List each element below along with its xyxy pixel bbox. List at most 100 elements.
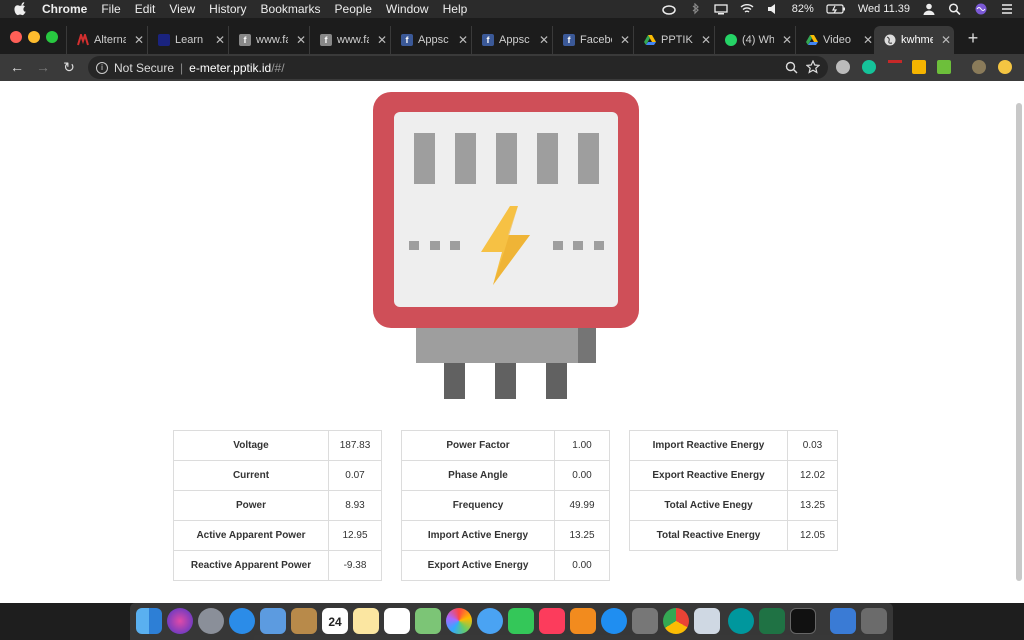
menu-window[interactable]: Window [386, 2, 429, 16]
creative-cloud-icon[interactable] [662, 3, 676, 15]
volume-icon[interactable] [766, 3, 780, 15]
star-icon[interactable] [806, 60, 820, 74]
close-icon[interactable]: ✕ [620, 33, 630, 47]
menu-people[interactable]: People [335, 2, 372, 16]
photos-icon[interactable] [446, 608, 472, 634]
maps-icon[interactable] [415, 608, 441, 634]
reading-label: Power Factor [401, 430, 555, 461]
tab-active[interactable]: kwhme ✕ [874, 26, 954, 54]
tab-4[interactable]: f www.fa ✕ [309, 26, 389, 54]
mail-icon[interactable] [260, 608, 286, 634]
reload-icon[interactable]: ↻ [60, 58, 78, 76]
bluetooth-icon[interactable] [688, 3, 702, 15]
tab-10[interactable]: Video ✕ [795, 26, 875, 54]
calendar-icon[interactable]: 24 [322, 608, 348, 634]
address-bar[interactable]: i Not Secure | e-meter.pptik.id/#/ [88, 56, 828, 79]
safari-icon[interactable] [229, 608, 255, 634]
menu-edit[interactable]: Edit [135, 2, 156, 16]
spotlight-icon[interactable] [948, 3, 962, 15]
arduino-icon[interactable] [728, 608, 754, 634]
tab-5[interactable]: f Appsc ✕ [390, 26, 470, 54]
download-extension-icon[interactable] [937, 60, 951, 74]
menu-help[interactable]: Help [443, 2, 468, 16]
battery-icon[interactable] [826, 3, 846, 15]
close-icon[interactable]: ✕ [782, 33, 792, 47]
reading-label: Active Apparent Power [173, 520, 329, 551]
reading-label: Export Reactive Energy [629, 460, 788, 491]
tab-3[interactable]: f www.fa ✕ [228, 26, 308, 54]
chrome-icon[interactable] [663, 608, 689, 634]
messages-icon[interactable] [477, 608, 503, 634]
grammarly-icon[interactable] [862, 60, 876, 74]
facebook-icon: f [401, 34, 413, 46]
reading-value: 13.25 [787, 490, 838, 521]
finder-icon[interactable] [136, 608, 162, 634]
close-icon[interactable]: ✕ [941, 33, 951, 47]
scrollbar[interactable] [1016, 103, 1022, 581]
tab-9[interactable]: (4) Wh ✕ [714, 26, 794, 54]
contacts-icon[interactable] [291, 608, 317, 634]
user-icon[interactable] [922, 3, 936, 15]
close-icon[interactable]: ✕ [539, 33, 549, 47]
extension-icon[interactable] [888, 60, 902, 74]
display-icon[interactable] [714, 3, 728, 15]
notification-center-icon[interactable] [1000, 3, 1014, 15]
facetime-icon[interactable] [508, 608, 534, 634]
menu-app-name[interactable]: Chrome [42, 2, 87, 16]
tab-1[interactable]: Alterna ✕ [66, 26, 146, 54]
siri-icon[interactable] [974, 3, 988, 15]
battery-percent[interactable]: 82% [792, 3, 814, 15]
tab-7[interactable]: f Facebo ✕ [552, 26, 632, 54]
wifi-icon[interactable] [740, 3, 754, 15]
notification-extension-icon[interactable] [998, 60, 1012, 74]
tab-6[interactable]: f Appsc ✕ [471, 26, 551, 54]
menu-bookmarks[interactable]: Bookmarks [261, 2, 321, 16]
clock[interactable]: Wed 11.39 [858, 3, 910, 15]
close-icon[interactable]: ✕ [215, 33, 225, 47]
forward-icon[interactable]: → [34, 58, 52, 76]
back-icon[interactable]: ← [8, 58, 26, 76]
tab-title: Alterna [94, 34, 126, 46]
new-tab-button[interactable]: + [965, 28, 981, 49]
url-text[interactable]: e-meter.pptik.id/#/ [189, 61, 284, 75]
window-zoom-button[interactable] [46, 31, 58, 43]
downloads-icon[interactable] [830, 608, 856, 634]
close-icon[interactable]: ✕ [863, 33, 873, 47]
tab-title: (4) Wh [742, 34, 774, 46]
terminal-icon[interactable] [790, 608, 816, 634]
table-row: Import Reactive Energy 0.03 [629, 430, 838, 461]
books-icon[interactable] [570, 608, 596, 634]
security-label[interactable]: Not Secure [114, 61, 174, 75]
system-preferences-icon[interactable] [632, 608, 658, 634]
preview-icon[interactable] [694, 608, 720, 634]
trash-icon[interactable] [861, 608, 887, 634]
apple-icon[interactable] [14, 2, 28, 16]
notes-icon[interactable] [353, 608, 379, 634]
menu-file[interactable]: File [101, 2, 120, 16]
close-icon[interactable]: ✕ [701, 33, 711, 47]
close-icon[interactable]: ✕ [134, 33, 144, 47]
reminders-icon[interactable] [384, 608, 410, 634]
profile-avatar[interactable] [972, 60, 986, 74]
readings-table-1: Voltage 187.83 Current 0.07 Power 8.93 Acti… [173, 430, 382, 581]
excel-icon[interactable] [759, 608, 785, 634]
window-minimize-button[interactable] [28, 31, 40, 43]
facebook-icon: f [482, 34, 494, 46]
menu-view[interactable]: View [169, 2, 195, 16]
menu-history[interactable]: History [209, 2, 246, 16]
search-icon[interactable] [785, 61, 798, 74]
music-icon[interactable] [539, 608, 565, 634]
close-icon[interactable]: ✕ [458, 33, 468, 47]
tab-title: Facebo [580, 34, 612, 46]
window-close-button[interactable] [10, 31, 22, 43]
siri-icon[interactable] [167, 608, 193, 634]
tab-2[interactable]: Learn | ✕ [147, 26, 227, 54]
vimeo-extension-icon[interactable] [912, 60, 926, 74]
info-icon[interactable]: i [96, 61, 108, 74]
launchpad-icon[interactable] [198, 608, 224, 634]
app-store-icon[interactable] [601, 608, 627, 634]
close-icon[interactable]: ✕ [296, 33, 306, 47]
extension-icon[interactable] [836, 60, 850, 74]
tab-8[interactable]: PPTIK ✕ [633, 26, 713, 54]
close-icon[interactable]: ✕ [377, 33, 387, 47]
